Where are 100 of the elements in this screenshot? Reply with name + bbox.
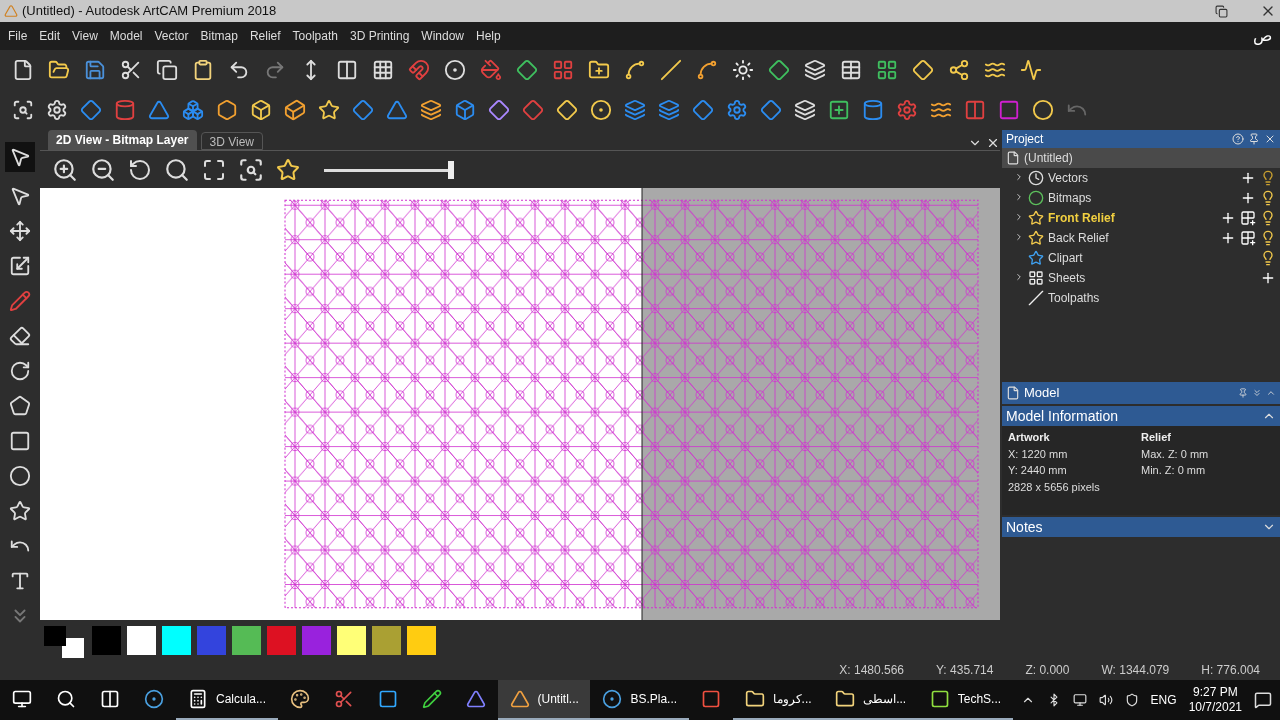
clipboard-icon[interactable]	[192, 59, 214, 81]
zoom-extents-icon[interactable]	[238, 156, 264, 183]
shape-icon[interactable]	[148, 99, 170, 121]
shape-icon[interactable]	[386, 99, 408, 121]
zoom-actual-icon[interactable]	[164, 156, 190, 183]
cog-icon[interactable]	[726, 99, 748, 121]
plus-icon[interactable]	[828, 99, 850, 121]
plus-icon[interactable]	[1220, 230, 1236, 246]
polygon-icon[interactable]	[9, 395, 31, 417]
tree-root[interactable]: (Untitled)	[1002, 148, 1280, 168]
star-icon[interactable]	[1028, 230, 1044, 246]
lightbulb-icon[interactable]	[1260, 250, 1276, 266]
layers-icon[interactable]	[420, 99, 442, 121]
menu-item[interactable]: Help	[476, 27, 501, 45]
star-zoom-icon[interactable]	[276, 157, 300, 182]
scan-icon[interactable]	[12, 99, 34, 121]
sheets-icon[interactable]	[1028, 270, 1044, 286]
color-swatch[interactable]	[267, 625, 296, 655]
file-icon[interactable]	[12, 59, 34, 81]
color-swatch[interactable]	[92, 625, 121, 655]
move-icon[interactable]	[9, 220, 31, 242]
folder-icon[interactable]	[744, 689, 765, 709]
scissors-icon[interactable]	[333, 689, 354, 709]
mirror-icon[interactable]	[964, 99, 986, 121]
taskbar-button[interactable]: TechS...	[917, 680, 1013, 720]
help-icon[interactable]	[1232, 133, 1244, 145]
grid-plus-icon[interactable]	[1240, 210, 1256, 226]
menu-item[interactable]: File	[8, 27, 28, 45]
text-icon[interactable]	[9, 570, 31, 592]
star-icon[interactable]	[1028, 210, 1044, 226]
taskbar-button[interactable]: BS.Pla...	[590, 680, 689, 720]
eraser-icon[interactable]	[9, 325, 31, 347]
foreground-color[interactable]	[44, 626, 66, 646]
background-color[interactable]	[62, 638, 84, 658]
menu-item[interactable]: Model	[109, 27, 143, 45]
plus-icon[interactable]	[1240, 170, 1256, 186]
section-header[interactable]: Notes	[1002, 517, 1280, 537]
circle-icon[interactable]	[1032, 99, 1054, 121]
task-view-icon[interactable]	[100, 689, 120, 709]
diamond-icon[interactable]	[768, 59, 790, 81]
color-swatch[interactable]	[372, 625, 401, 655]
stack-icon[interactable]	[794, 99, 816, 121]
tree-label[interactable]: Toolpaths	[1048, 289, 1100, 307]
diamond-icon[interactable]	[80, 99, 102, 121]
document-icon[interactable]	[1006, 151, 1020, 165]
square-logo-icon[interactable]	[929, 689, 950, 709]
tree-label[interactable]: Bitmaps	[1048, 189, 1092, 207]
color-swatch[interactable]	[407, 625, 436, 655]
shield-icon[interactable]	[1124, 693, 1139, 707]
cuboid-icon[interactable]	[284, 99, 306, 121]
lightbulb-outline-icon[interactable]	[1260, 170, 1276, 186]
curve-icon[interactable]	[624, 59, 646, 81]
pencil-icon[interactable]	[421, 689, 442, 709]
square-logo-icon[interactable]	[377, 689, 398, 709]
magnet-icon[interactable]	[408, 59, 430, 81]
columns-icon[interactable]	[336, 59, 358, 81]
close-icon[interactable]	[986, 136, 1000, 150]
clock[interactable]: 9:27 PM 10/7/2021	[1188, 685, 1242, 715]
taskbar-button[interactable]: (Untitl...	[497, 680, 591, 720]
color-swatch[interactable]	[232, 625, 261, 655]
restore-icon[interactable]	[1215, 4, 1228, 18]
pin-icon[interactable]	[1248, 133, 1260, 145]
scale-icon[interactable]	[9, 255, 31, 277]
menu-item[interactable]: View	[72, 27, 98, 45]
slider-thumb[interactable]	[448, 160, 454, 179]
menu-extra[interactable]: ص	[1253, 24, 1272, 48]
menu-item[interactable]: Toolpath	[292, 27, 338, 45]
zoom-previous-icon[interactable]	[128, 157, 152, 182]
cylinder-icon[interactable]	[862, 99, 884, 121]
plus-icon[interactable]	[1240, 190, 1256, 206]
taskbar-button[interactable]: اسطى...	[823, 680, 918, 720]
circle-logo-icon[interactable]	[144, 689, 164, 709]
layers-icon[interactable]	[804, 59, 826, 81]
colored-grid-icon[interactable]	[552, 59, 574, 81]
gear-icon[interactable]	[46, 99, 68, 121]
search-icon[interactable]	[56, 689, 76, 709]
color-swatch[interactable]	[127, 625, 156, 655]
zoom-slider[interactable]	[324, 160, 454, 179]
circle-dot-icon[interactable]	[444, 59, 466, 81]
cylinder-icon[interactable]	[114, 99, 136, 121]
notifications-icon[interactable]	[1254, 691, 1272, 709]
zoom-fit-icon[interactable]	[202, 157, 226, 182]
expand-icon[interactable]	[1266, 388, 1276, 398]
lightbulb-icon[interactable]	[1260, 230, 1276, 246]
undo-icon[interactable]	[228, 59, 250, 81]
color-swatch[interactable]	[337, 625, 366, 655]
diamond-icon[interactable]	[760, 99, 782, 121]
menu-item[interactable]: Bitmap	[200, 27, 238, 45]
view-tab[interactable]: 2D View - Bitmap Layer	[48, 130, 197, 150]
section-header[interactable]: Model Information	[1002, 406, 1280, 426]
rectangle-icon[interactable]	[9, 430, 31, 452]
diamond-icon[interactable]	[692, 99, 714, 121]
paint-bucket-icon[interactable]	[480, 59, 502, 81]
tree-label[interactable]: Vectors	[1048, 169, 1089, 187]
hexagon-icon[interactable]	[216, 99, 238, 121]
scissors-icon[interactable]	[120, 59, 142, 81]
diamond-icon[interactable]	[488, 99, 510, 121]
folder-icon[interactable]	[835, 689, 856, 709]
diamond-icon[interactable]	[912, 59, 934, 81]
cog-icon[interactable]	[896, 99, 918, 121]
